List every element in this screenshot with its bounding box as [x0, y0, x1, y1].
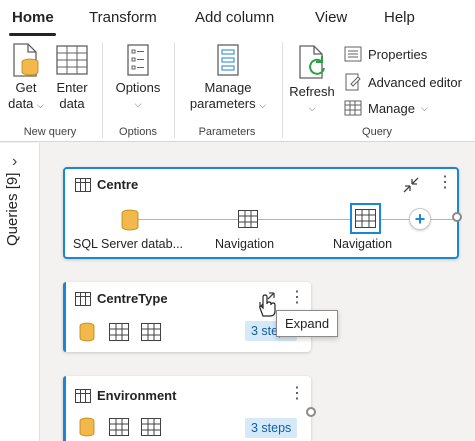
- chevron-down-icon: ⌵: [259, 100, 267, 110]
- query-card-centre[interactable]: Centre ⋮ + SQL Server datab... Navigatio…: [63, 167, 459, 259]
- table-icon: [75, 177, 91, 192]
- manage-button[interactable]: Manage ⌵: [344, 100, 428, 116]
- table-icon: [109, 323, 129, 341]
- database-icon: [79, 322, 95, 342]
- more-options-icon[interactable]: ⋮: [289, 290, 305, 306]
- tab-transform[interactable]: Transform: [89, 9, 157, 26]
- step-label: SQL Server datab...: [73, 237, 184, 251]
- query-card-title: Environment: [75, 388, 176, 403]
- table-icon: [141, 418, 161, 436]
- queries-pane-label[interactable]: Queries [9]: [4, 173, 34, 293]
- query-name: CentreType: [97, 291, 168, 306]
- chevron-down-icon: ⌵: [420, 102, 428, 113]
- group-label-query: Query: [362, 126, 392, 138]
- more-options-icon[interactable]: ⋮: [437, 175, 453, 191]
- get-data-label: Get data: [8, 80, 37, 111]
- advanced-editor-label: Advanced editor: [368, 74, 462, 90]
- more-options-icon[interactable]: ⋮: [289, 386, 305, 402]
- advanced-editor-button[interactable]: Advanced editor: [344, 73, 462, 91]
- collapse-icon[interactable]: [401, 175, 421, 195]
- ribbon-divider: [174, 42, 175, 138]
- table-grid-icon: [56, 45, 88, 75]
- parameters-icon: [217, 44, 239, 76]
- database-icon: [79, 417, 95, 437]
- advanced-editor-icon: [345, 73, 361, 91]
- group-label-parameters: Parameters: [198, 126, 256, 138]
- properties-button[interactable]: Properties: [344, 46, 427, 62]
- card-accent: [63, 282, 66, 352]
- manage-label: Manage: [368, 100, 415, 116]
- steps-badge[interactable]: 3 steps: [245, 418, 298, 438]
- expand-tooltip: Expand: [276, 310, 339, 337]
- tab-home[interactable]: Home: [12, 9, 54, 26]
- refresh-button[interactable]: Refresh ⌵: [286, 42, 338, 116]
- options-button[interactable]: Options ⌵: [108, 42, 168, 112]
- ribbon-divider: [102, 42, 103, 138]
- output-connector[interactable]: [452, 212, 462, 222]
- table-icon: [75, 291, 91, 306]
- properties-icon: [344, 46, 362, 62]
- query-card-title: Centre: [75, 177, 138, 192]
- hand-cursor-icon: [259, 294, 276, 317]
- add-step-button[interactable]: +: [409, 208, 431, 230]
- properties-label: Properties: [368, 46, 428, 62]
- enter-data-label: Enter data: [56, 80, 88, 111]
- chevron-down-icon: ⌵: [37, 100, 44, 110]
- step-label: Navigation: [333, 237, 393, 251]
- ribbon-home: Get data ⌵ Enter data New query Options …: [0, 38, 475, 142]
- active-tab-indicator: [9, 33, 56, 36]
- database-icon: [121, 209, 139, 231]
- chevron-down-icon: ⌵: [308, 103, 316, 113]
- expand-pane-chevron-icon[interactable]: ›: [12, 153, 17, 171]
- refresh-icon: [299, 45, 325, 79]
- queries-pane-collapsed: › Queries [9]: [0, 143, 40, 441]
- group-label-options: Options: [119, 126, 157, 138]
- output-connector[interactable]: [306, 407, 316, 417]
- enter-data-button[interactable]: Enter data: [50, 42, 94, 112]
- table-icon: [238, 210, 258, 228]
- manage-parameters-button[interactable]: Manage parameters ⌵: [180, 42, 276, 113]
- get-data-icon: [13, 43, 39, 77]
- tab-view[interactable]: View: [315, 9, 347, 26]
- tab-add-column[interactable]: Add column: [195, 9, 274, 26]
- query-card-environment[interactable]: Environment ⋮ 3 steps: [63, 376, 311, 441]
- step-connector-line: [135, 219, 455, 220]
- chevron-down-icon: ⌵: [134, 99, 142, 109]
- ribbon-divider: [282, 42, 283, 138]
- options-icon: [127, 44, 149, 76]
- table-icon: [109, 418, 129, 436]
- ribbon-tab-bar: Home Transform Add column View Help: [0, 0, 475, 38]
- query-card-title: CentreType: [75, 291, 168, 306]
- table-icon: [355, 209, 376, 228]
- refresh-label: Refresh: [289, 84, 335, 99]
- table-icon: [344, 100, 362, 116]
- query-name: Centre: [97, 177, 139, 192]
- step-label: Navigation: [215, 237, 275, 251]
- table-icon: [75, 388, 91, 403]
- query-name: Environment: [97, 388, 177, 403]
- group-label-new-query: New query: [23, 126, 77, 138]
- manage-parameters-label: Manage parameters: [189, 80, 256, 111]
- card-accent: [63, 376, 66, 441]
- options-label: Options: [115, 80, 161, 95]
- table-icon: [141, 323, 161, 341]
- get-data-button[interactable]: Get data ⌵: [4, 42, 48, 113]
- selected-step[interactable]: [350, 203, 381, 234]
- tab-help[interactable]: Help: [384, 9, 415, 26]
